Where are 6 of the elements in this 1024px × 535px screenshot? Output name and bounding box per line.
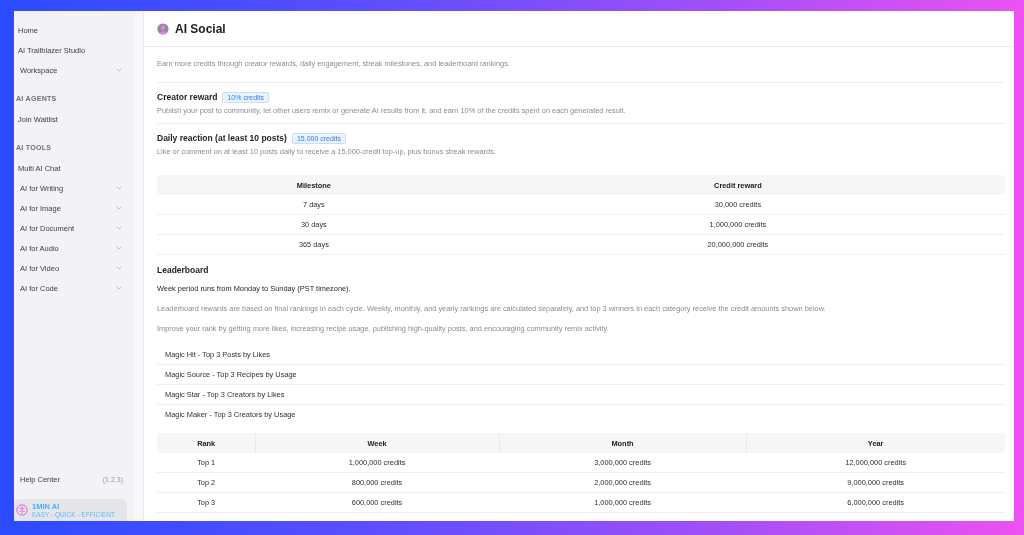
section-title: Leaderboard: [157, 264, 210, 276]
page-title: AI Social: [175, 21, 226, 36]
reward-title: Creator reward: [157, 92, 218, 102]
reward-title: Daily reaction (at least 10 posts): [157, 133, 287, 143]
logo-icon: [16, 504, 28, 516]
person-icon: [157, 22, 169, 35]
